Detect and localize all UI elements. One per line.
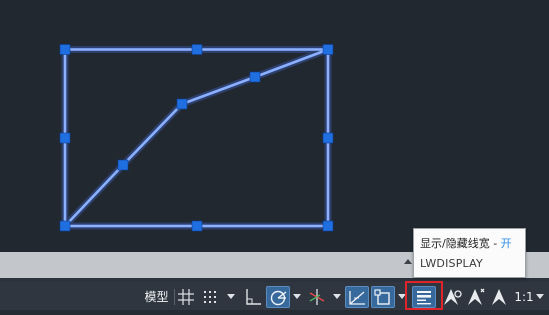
grip-points[interactable] — [59, 44, 334, 232]
polar-dropdown-chevron-down-icon[interactable] — [292, 286, 302, 308]
tooltip-title: 显示/隐藏线宽 - 开 — [420, 235, 512, 251]
drawing-canvas[interactable] — [0, 0, 549, 252]
window-bottom-edge — [0, 310, 549, 315]
grip-polyline-vertex-2[interactable] — [176, 98, 188, 110]
tooltip-pointer — [404, 259, 412, 264]
auto-scale-icon[interactable] — [465, 286, 487, 308]
grip-polyline-vertex-1[interactable] — [117, 159, 129, 171]
object-snap-tracking-icon[interactable] — [345, 286, 369, 308]
status-bar-separator — [174, 289, 175, 305]
selected-geometry[interactable] — [59, 44, 334, 232]
rectangle-and-polyline[interactable] — [63, 48, 330, 228]
snap-dropdown-chevron-down-icon[interactable] — [226, 286, 236, 308]
tooltip-command: LWDISPLAY — [420, 257, 483, 270]
isometric-drafting-icon[interactable] — [306, 286, 328, 308]
tooltip-state: 开 — [500, 237, 512, 250]
line-glow — [61, 46, 332, 230]
lineweight-highlight-box — [405, 281, 443, 310]
annotation-scale-value[interactable]: 1:1 — [514, 286, 534, 308]
scale-dropdown-chevron-down-icon[interactable] — [535, 286, 545, 308]
isometric-dropdown-chevron-down-icon[interactable] — [332, 286, 342, 308]
grip-top-right[interactable] — [322, 44, 334, 55]
grip-bottom-left[interactable] — [59, 220, 71, 232]
grip-bottom-mid[interactable] — [191, 220, 203, 232]
annotation-scale-icon[interactable] — [489, 286, 509, 308]
drawing-svg[interactable] — [0, 0, 549, 252]
ortho-icon[interactable] — [242, 286, 264, 308]
grip-top-mid[interactable] — [191, 44, 203, 55]
status-bar: 模型 1:1 — [0, 282, 549, 310]
grip-bottom-right[interactable] — [322, 220, 334, 232]
grip-top-left[interactable] — [59, 44, 71, 55]
polar-tracking-icon[interactable] — [266, 286, 290, 308]
annotation-visibility-icon[interactable] — [441, 286, 463, 308]
diagonal-polyline[interactable] — [64, 48, 329, 227]
grip-right-mid[interactable] — [322, 132, 334, 144]
rectangle-outline[interactable] — [63, 48, 330, 228]
grip-polyline-vertex-3[interactable] — [249, 71, 261, 83]
grid-icon[interactable] — [177, 286, 195, 308]
lineweight-tooltip: 显示/隐藏线宽 - 开 LWDISPLAY — [413, 228, 526, 278]
model-tab[interactable]: 模型 — [140, 286, 173, 308]
object-snap-icon[interactable] — [371, 286, 395, 308]
grip-left-mid[interactable] — [59, 132, 71, 144]
snap-dots-icon[interactable] — [201, 286, 219, 308]
tooltip-title-text: 显示/隐藏线宽 - — [420, 237, 501, 250]
